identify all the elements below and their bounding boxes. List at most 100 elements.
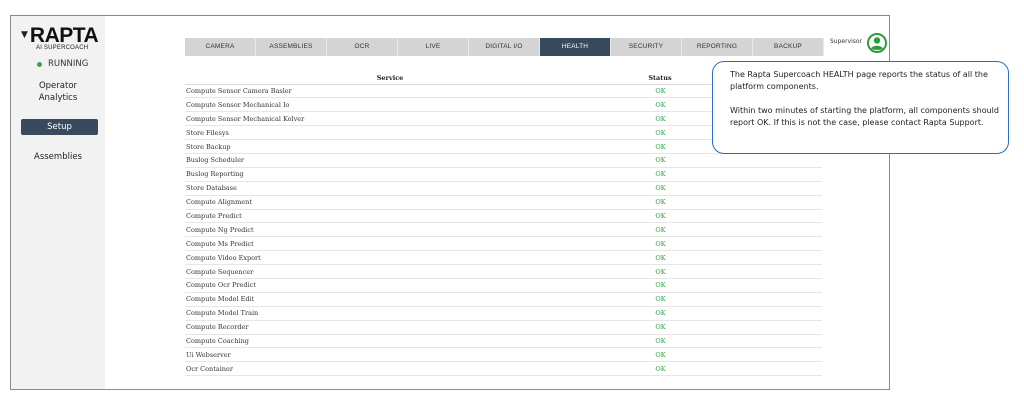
status-cell: OK bbox=[595, 139, 725, 154]
status-cell: OK bbox=[595, 97, 725, 113]
empty-cell bbox=[725, 181, 822, 196]
callout-paragraph-1: The Rapta Supercoach HEALTH page reports… bbox=[730, 70, 988, 91]
service-name-cell: Ui Webserver bbox=[185, 347, 595, 363]
status-cell: OK bbox=[595, 111, 725, 127]
table-row: Buslog Reporting OK bbox=[185, 167, 822, 182]
empty-cell bbox=[725, 292, 822, 307]
table-row: Compute Alignment OK bbox=[185, 195, 822, 210]
status-cell: OK bbox=[595, 320, 725, 335]
tab-reporting[interactable]: REPORTING bbox=[682, 38, 753, 56]
status-cell: OK bbox=[595, 195, 725, 210]
service-name-cell: Compute Alignment bbox=[185, 195, 595, 210]
help-callout: The Rapta Supercoach HEALTH page reports… bbox=[712, 61, 1009, 154]
table-row: Compute Video Export OK bbox=[185, 250, 822, 266]
tab-backup[interactable]: BACKUP bbox=[753, 38, 824, 56]
service-name-cell: Store Database bbox=[185, 181, 595, 196]
status-cell: OK bbox=[595, 292, 725, 307]
status-cell: OK bbox=[595, 84, 725, 99]
status-cell: OK bbox=[595, 181, 725, 196]
table-row: Compute Ng Predict OK bbox=[185, 222, 822, 238]
status-cell: OK bbox=[595, 347, 725, 363]
service-name-cell: Compute Sensor Mechanical Kolver bbox=[185, 111, 595, 127]
service-name-cell: Compute Predict bbox=[185, 209, 595, 224]
empty-cell bbox=[725, 195, 822, 210]
service-name-cell: Compute Sensor Mechanical Io bbox=[185, 97, 595, 113]
empty-cell bbox=[725, 278, 822, 293]
empty-cell bbox=[725, 222, 822, 238]
tab-digital-io[interactable]: DIGITAL I/O bbox=[469, 38, 540, 56]
brand-tagline: AI SUPERCOACH bbox=[36, 45, 89, 51]
service-name-cell: Compute Sensor Camera Basler bbox=[185, 84, 595, 99]
empty-cell bbox=[725, 153, 822, 168]
brand-name: RAPTA bbox=[29, 24, 99, 47]
status-cell: OK bbox=[595, 306, 725, 321]
tab-health[interactable]: HEALTH bbox=[540, 38, 611, 56]
sidebar-item-operator-analytics[interactable]: Operator Analytics bbox=[11, 80, 105, 104]
status-cell: OK bbox=[595, 361, 725, 377]
service-name-cell: Compute Model Edit bbox=[185, 292, 595, 307]
table-row: Compute Model Train OK bbox=[185, 306, 822, 321]
status-cell: OK bbox=[595, 209, 725, 224]
tab-bar: CAMERA ASSEMBLIES OCR LIVE DIGITAL I/O H… bbox=[185, 38, 824, 56]
table-row: Store Database OK bbox=[185, 181, 822, 196]
table-row: Compute Predict OK bbox=[185, 209, 822, 224]
tab-security[interactable]: SECURITY bbox=[611, 38, 682, 56]
tab-ocr[interactable]: OCR bbox=[327, 38, 398, 56]
table-row: Ocr Container OK bbox=[185, 361, 822, 377]
empty-cell bbox=[725, 306, 822, 321]
status-dot-icon bbox=[37, 61, 42, 67]
table-row: Compute Ocr Predict OK bbox=[185, 278, 822, 293]
service-name-cell: Compute Ng Predict bbox=[185, 222, 595, 238]
service-name-cell: Compute Model Train bbox=[185, 306, 595, 321]
user-menu[interactable]: Supervisor bbox=[830, 33, 888, 53]
column-header-service: Service bbox=[185, 72, 595, 85]
status-cell: OK bbox=[595, 334, 725, 349]
status-cell: OK bbox=[595, 236, 725, 252]
service-name-cell: Buslog Reporting bbox=[185, 167, 595, 182]
status-cell: OK bbox=[595, 264, 725, 279]
table-row: Compute Model Edit OK bbox=[185, 292, 822, 307]
service-name-cell: Buslog Scheduler bbox=[185, 153, 595, 168]
callout-paragraph-2: Within two minutes of starting the platf… bbox=[730, 106, 999, 127]
table-row: Compute Coaching OK bbox=[185, 334, 822, 349]
empty-cell bbox=[725, 361, 822, 377]
sidebar-item-setup[interactable]: Setup bbox=[21, 119, 98, 135]
table-row: Ui Webserver OK bbox=[185, 347, 822, 363]
status-cell: OK bbox=[595, 167, 725, 182]
service-name-cell: Store Filesys bbox=[185, 125, 595, 141]
table-row: Compute Recorder OK bbox=[185, 320, 822, 335]
tab-camera[interactable]: CAMERA bbox=[185, 38, 256, 56]
status-text: RUNNING bbox=[48, 59, 89, 69]
status-cell: OK bbox=[595, 222, 725, 238]
service-name-cell: Compute Recorder bbox=[185, 320, 595, 335]
user-role: Supervisor bbox=[830, 38, 863, 45]
service-name-cell: Ocr Container bbox=[185, 361, 595, 377]
empty-cell bbox=[725, 347, 822, 363]
status-cell: OK bbox=[595, 125, 725, 141]
table-row: Compute Sequencer OK bbox=[185, 264, 822, 279]
empty-cell bbox=[725, 167, 822, 182]
service-name-cell: Store Backup bbox=[185, 139, 595, 154]
caret-down-icon[interactable]: ▼ bbox=[21, 30, 28, 40]
sidebar: ▼ RAPTA AI SUPERCOACH RUNNING Operator A… bbox=[11, 16, 105, 389]
column-header-status: Status bbox=[595, 72, 725, 85]
table-row: Buslog Scheduler OK bbox=[185, 153, 822, 168]
empty-cell bbox=[725, 264, 822, 279]
empty-cell bbox=[725, 209, 822, 224]
user-avatar-icon[interactable] bbox=[867, 33, 888, 53]
service-name-cell: Compute Video Export bbox=[185, 250, 595, 266]
empty-cell bbox=[725, 250, 822, 266]
service-name-cell: Compute Coaching bbox=[185, 334, 595, 349]
empty-cell bbox=[725, 334, 822, 349]
tab-live[interactable]: LIVE bbox=[398, 38, 469, 56]
table-row: Compute Ms Predict OK bbox=[185, 236, 822, 252]
service-name-cell: Compute Ocr Predict bbox=[185, 278, 595, 293]
status-cell: OK bbox=[595, 250, 725, 266]
sidebar-item-assemblies[interactable]: Assemblies bbox=[11, 151, 105, 163]
brand-logo[interactable]: ▼ RAPTA bbox=[21, 24, 99, 47]
tab-assemblies[interactable]: ASSEMBLIES bbox=[256, 38, 327, 56]
service-name-cell: Compute Ms Predict bbox=[185, 236, 595, 252]
status-cell: OK bbox=[595, 278, 725, 293]
service-name-cell: Compute Sequencer bbox=[185, 264, 595, 279]
status-cell: OK bbox=[595, 153, 725, 168]
